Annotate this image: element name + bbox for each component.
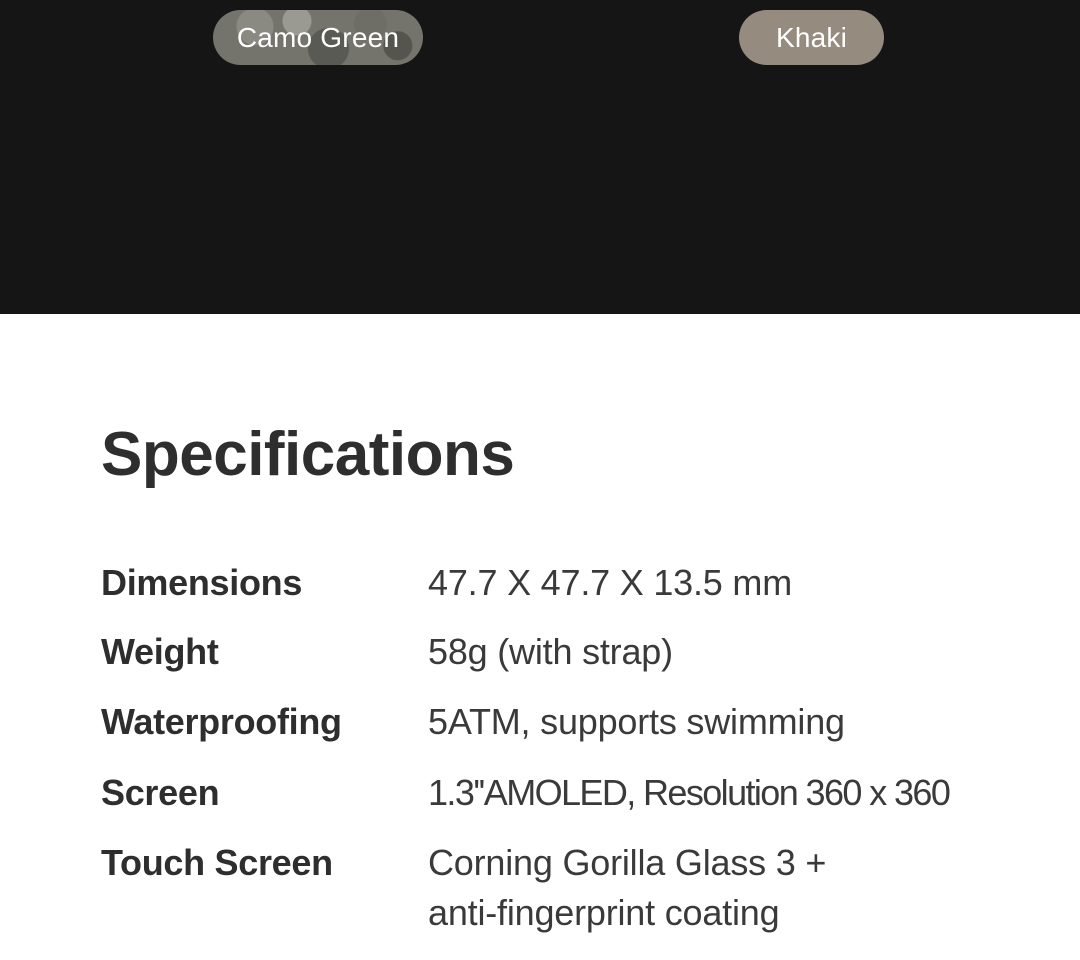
spec-value: 1.3''AMOLED, Resolution 360 x 360: [428, 772, 951, 813]
color-option-khaki[interactable]: Khaki: [739, 10, 884, 65]
spec-value: 5ATM, supports swimming: [428, 701, 845, 742]
spec-label: Touch Screen: [101, 842, 333, 883]
spec-label: Screen: [101, 772, 220, 813]
specifications-title: Specifications: [101, 420, 515, 489]
color-selector-band: Camo Green Khaki: [0, 0, 1080, 314]
color-option-camo-green[interactable]: Camo Green: [213, 10, 423, 65]
spec-label: Waterproofing: [101, 701, 342, 742]
spec-value: 58g (with strap): [428, 631, 673, 672]
spec-label: Dimensions: [101, 562, 303, 603]
spec-label: Weight: [101, 631, 219, 672]
spec-value: Corning Gorilla Glass 3 + anti-fingerpri…: [428, 842, 827, 933]
spec-value: 47.7 X 47.7 X 13.5 mm: [428, 562, 793, 603]
